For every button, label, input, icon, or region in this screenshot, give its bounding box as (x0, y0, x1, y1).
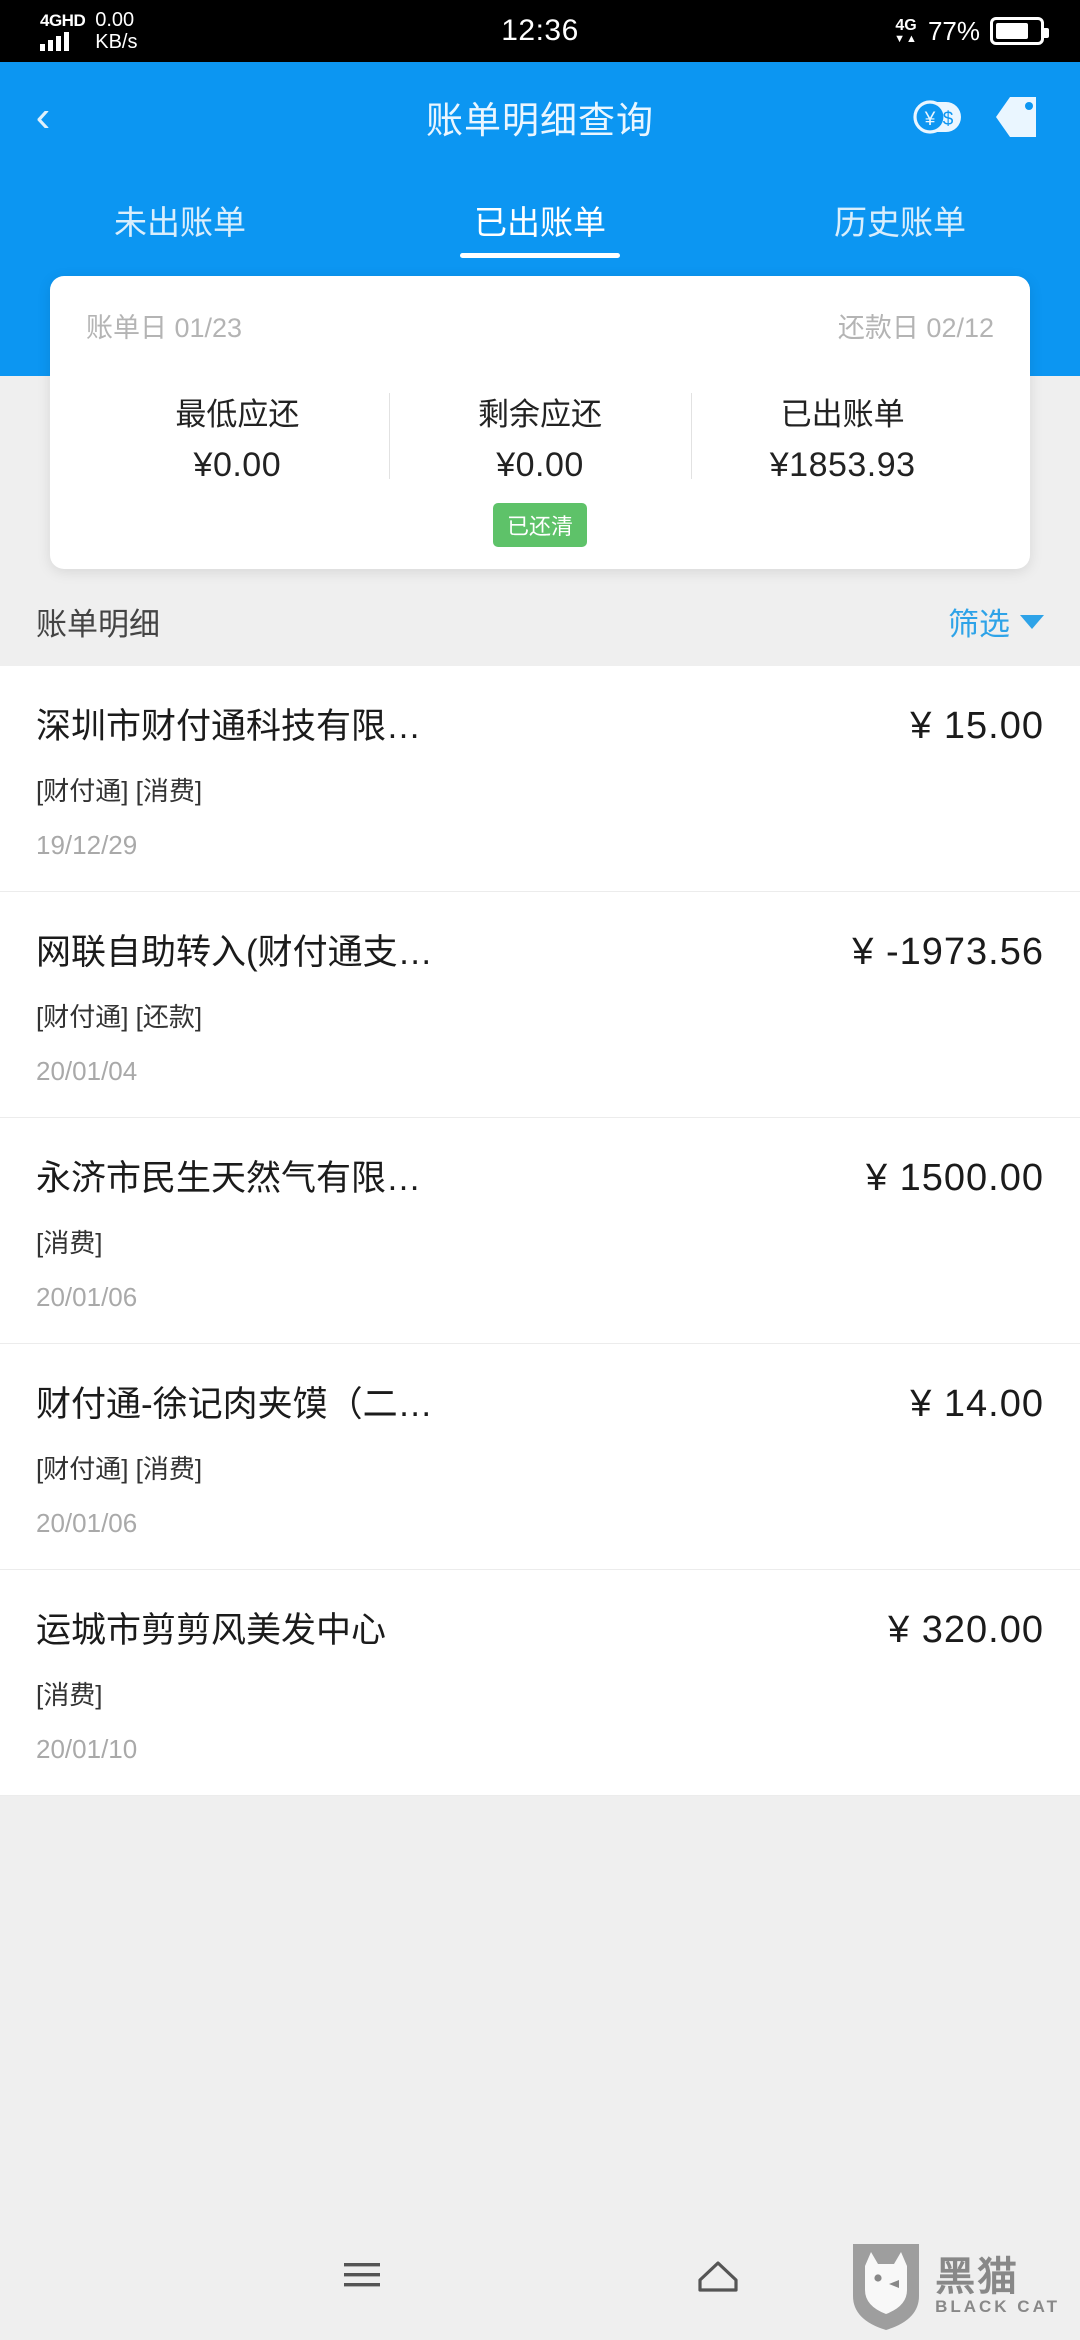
transaction-amount: ¥ -1973.56 (852, 931, 1044, 973)
transaction-list: 深圳市财付通科技有限… ¥ 15.00 [财付通] [消费] 19/12/29 … (0, 666, 1080, 1796)
bill-date-label: 账单日 01/23 (86, 313, 243, 343)
transaction-date: 20/01/04 (36, 1056, 138, 1086)
summary-columns: 最低应还 ¥0.00 剩余应还 ¥0.00 已出账单 ¥1853.93 (86, 389, 994, 485)
bill-tabs: 未出账单 已出账单 历史账单 (0, 172, 1080, 276)
transaction-top-row: 财付通-徐记肉夹馍（二… ¥ 14.00 (36, 1376, 1044, 1427)
remaining-due-value: ¥0.00 (496, 446, 584, 484)
bill-detail-title: 账单明细 (36, 607, 160, 642)
tab-unbilled[interactable]: 未出账单 (0, 182, 360, 244)
status-bar-clock: 12:36 (501, 14, 579, 47)
transaction-top-row: 深圳市财付通科技有限… ¥ 15.00 (36, 698, 1044, 749)
table-row[interactable]: 财付通-徐记肉夹馍（二… ¥ 14.00 [财付通] [消费] 20/01/06 (0, 1344, 1080, 1570)
home-button[interactable] (690, 2250, 746, 2305)
back-button[interactable]: ‹ (0, 62, 86, 172)
bill-summary-card[interactable]: 账单日 01/23 还款日 02/12 最低应还 ¥0.00 剩余应还 ¥0.0… (50, 276, 1030, 569)
transaction-amount: ¥ 1500.00 (865, 1157, 1044, 1199)
watermark-name-cn: 黑猫 (935, 2255, 1020, 2300)
watermark: 黑猫 BLACK CAT (847, 2240, 1060, 2332)
remaining-due-label: 剩余应还 (478, 397, 602, 432)
transaction-top-row: 运城市剪剪风美发中心 ¥ 320.00 (36, 1602, 1044, 1653)
currency-exchange-icon: ¥ $ (913, 100, 961, 134)
nav-actions: ¥ $ (910, 89, 1080, 145)
billed-amount-value: ¥1853.93 (769, 446, 916, 484)
minimum-due-value: ¥0.00 (193, 446, 282, 484)
summary-col-remaining-due: 剩余应还 ¥0.00 (388, 389, 692, 485)
repayment-date-label: 还款日 02/12 (837, 313, 994, 343)
home-icon (698, 2260, 738, 2292)
transaction-tags: [财付通] [消费] (36, 776, 203, 806)
transaction-amount: ¥ 320.00 (888, 1609, 1044, 1651)
summary-col-minimum-due: 最低应还 ¥0.00 (86, 389, 389, 485)
chevron-down-icon (1020, 614, 1044, 629)
battery-icon (990, 17, 1049, 45)
menu-icon (344, 2262, 380, 2286)
transaction-merchant: 财付通-徐记肉夹馍（二… (36, 1385, 433, 1424)
transaction-merchant: 运城市剪剪风美发中心 (36, 1611, 387, 1650)
bill-detail-header: 账单明细 筛选 (0, 569, 1080, 666)
status-bar: 4GHD 0.00 KB/s 12:36 4G ▼▲ 77% (0, 0, 1080, 62)
black-cat-logo-icon (853, 2244, 920, 2330)
recents-button[interactable] (334, 2250, 390, 2305)
svg-text:¥: ¥ (924, 109, 936, 130)
table-row[interactable]: 网联自助转入(财付通支… ¥ -1973.56 [财付通] [还款] 20/01… (0, 892, 1080, 1118)
minimum-due-label: 最低应还 (175, 397, 300, 432)
tab-history[interactable]: 历史账单 (720, 182, 1080, 244)
table-row[interactable]: 深圳市财付通科技有限… ¥ 15.00 [财付通] [消费] 19/12/29 (0, 666, 1080, 892)
transaction-top-row: 永济市民生天然气有限… ¥ 1500.00 (36, 1150, 1044, 1201)
transaction-amount: ¥ 14.00 (910, 1383, 1044, 1425)
transaction-tags: [消费] (36, 1680, 103, 1710)
billed-amount-label: 已出账单 (780, 397, 905, 432)
transaction-tags: [财付通] [还款] (36, 1002, 203, 1032)
transaction-merchant: 深圳市财付通科技有限… (36, 707, 422, 746)
table-row[interactable]: 运城市剪剪风美发中心 ¥ 320.00 [消费] 20/01/10 (0, 1570, 1080, 1796)
summary-card-zone: 账单日 01/23 还款日 02/12 最低应还 ¥0.00 剩余应还 ¥0.0… (0, 276, 1080, 569)
transaction-top-row: 网联自助转入(财付通支… ¥ -1973.56 (36, 924, 1044, 975)
app-header-region: ‹ 账单明细查询 ¥ $ 未出账单 已出账单 历史账单 (0, 62, 1080, 276)
chevron-left-icon: ‹ (35, 92, 51, 141)
transaction-tags: [财付通] [消费] (36, 1454, 203, 1484)
filter-label: 筛选 (948, 607, 1010, 642)
system-navigation-bar: 黑猫 BLACK CAT (0, 2214, 1080, 2340)
summary-col-billed-amount: 已出账单 ¥1853.93 (691, 389, 994, 485)
transaction-amount: ¥ 15.00 (910, 705, 1044, 747)
transaction-date: 20/01/06 (36, 1282, 138, 1312)
transaction-date: 20/01/10 (36, 1734, 138, 1764)
nav-bar: ‹ 账单明细查询 ¥ $ (0, 62, 1080, 172)
filter-button[interactable]: 筛选 (948, 599, 1044, 644)
transaction-tags: [消费] (36, 1228, 103, 1258)
table-row[interactable]: 永济市民生天然气有限… ¥ 1500.00 [消费] 20/01/06 (0, 1118, 1080, 1344)
tag-button[interactable] (988, 89, 1044, 145)
transaction-merchant: 永济市民生天然气有限… (36, 1159, 422, 1198)
tab-billed[interactable]: 已出账单 (360, 182, 720, 244)
transaction-date: 20/01/06 (36, 1508, 138, 1538)
transaction-date: 19/12/29 (36, 830, 138, 860)
status-badge-row: 已还清 (86, 489, 994, 547)
status-badge: 已还清 (492, 503, 587, 547)
tag-icon (996, 97, 1036, 137)
phone-screen: 4GHD 0.00 KB/s 12:36 4G ▼▲ 77% ‹ 账单明细查询 (0, 0, 1080, 2340)
card-dates-row: 账单日 01/23 还款日 02/12 (86, 306, 994, 345)
currency-exchange-button[interactable]: ¥ $ (910, 89, 966, 145)
svg-text:$: $ (943, 109, 954, 130)
watermark-name-en: BLACK CAT (935, 2297, 1060, 2317)
transaction-merchant: 网联自助转入(财付通支… (36, 933, 433, 972)
watermark-text: 黑猫 BLACK CAT (935, 2256, 1060, 2316)
